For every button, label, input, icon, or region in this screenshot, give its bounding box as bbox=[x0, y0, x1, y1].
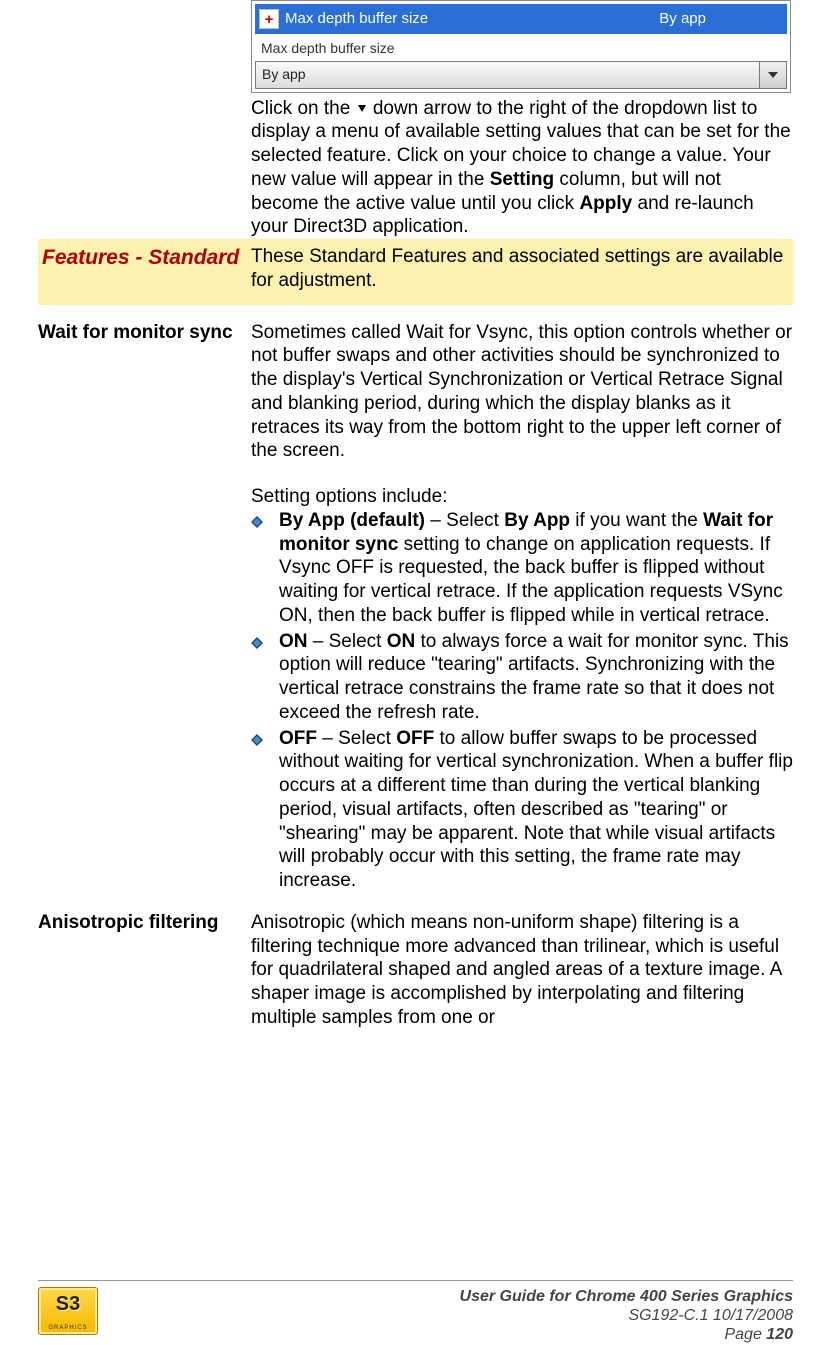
selected-feature-value: By app bbox=[659, 10, 786, 29]
option-off: OFF – Select OFF to allow buffer swaps t… bbox=[251, 727, 793, 893]
down-arrow-icon bbox=[358, 105, 366, 112]
wait-sync-p2: Setting options include: bbox=[251, 485, 793, 509]
footer-page-label: Page bbox=[724, 1326, 766, 1343]
wait-sync-title: Wait for monitor sync bbox=[38, 321, 247, 895]
bullet-icon bbox=[251, 630, 279, 725]
aniso-title: Anisotropic filtering bbox=[38, 911, 247, 1030]
page-footer: S3 GRAPHICS User Guide for Chrome 400 Se… bbox=[38, 1280, 793, 1345]
footer-page-number: 120 bbox=[766, 1326, 793, 1343]
footer-title: User Guide for Chrome 400 Series Graphic… bbox=[106, 1287, 793, 1306]
footer-docinfo: SG192-C.1 10/17/2008 bbox=[106, 1306, 793, 1325]
wait-sync-p1: Sometimes called Wait for Vsync, this op… bbox=[251, 321, 793, 464]
features-standard-row: Features - Standard These Standard Featu… bbox=[38, 239, 793, 305]
intro-setting-word: Setting bbox=[490, 169, 554, 190]
dropdown-button[interactable] bbox=[759, 62, 786, 88]
settings-screenshot: + Max depth buffer size By app Max depth… bbox=[251, 0, 791, 93]
s3-logo: S3 GRAPHICS bbox=[38, 1287, 98, 1335]
bullet-icon bbox=[251, 509, 279, 628]
intro-text-a: Click on the bbox=[251, 98, 356, 119]
dropdown-value: By app bbox=[256, 66, 759, 84]
detail-label: Max depth buffer size bbox=[261, 40, 783, 58]
selected-feature-label: Max depth buffer size bbox=[285, 10, 659, 29]
intro-apply-word: Apply bbox=[579, 193, 632, 214]
wait-sync-options: By App (default) – Select By App if you … bbox=[251, 509, 793, 893]
option-on: ON – Select ON to always force a wait fo… bbox=[251, 630, 793, 725]
features-desc: These Standard Features and associated s… bbox=[251, 239, 793, 305]
plus-icon: + bbox=[259, 9, 279, 29]
value-dropdown[interactable]: By app bbox=[255, 61, 787, 89]
selected-feature-row: + Max depth buffer size By app bbox=[255, 4, 787, 34]
features-title: Features - Standard bbox=[38, 239, 247, 305]
bullet-icon bbox=[251, 727, 279, 893]
aniso-p1: Anisotropic (which means non-uniform sha… bbox=[251, 911, 793, 1030]
chevron-down-icon bbox=[768, 72, 778, 78]
content-table: + Max depth buffer size By app Max depth… bbox=[38, 0, 793, 1030]
option-by-app: By App (default) – Select By App if you … bbox=[251, 509, 793, 628]
